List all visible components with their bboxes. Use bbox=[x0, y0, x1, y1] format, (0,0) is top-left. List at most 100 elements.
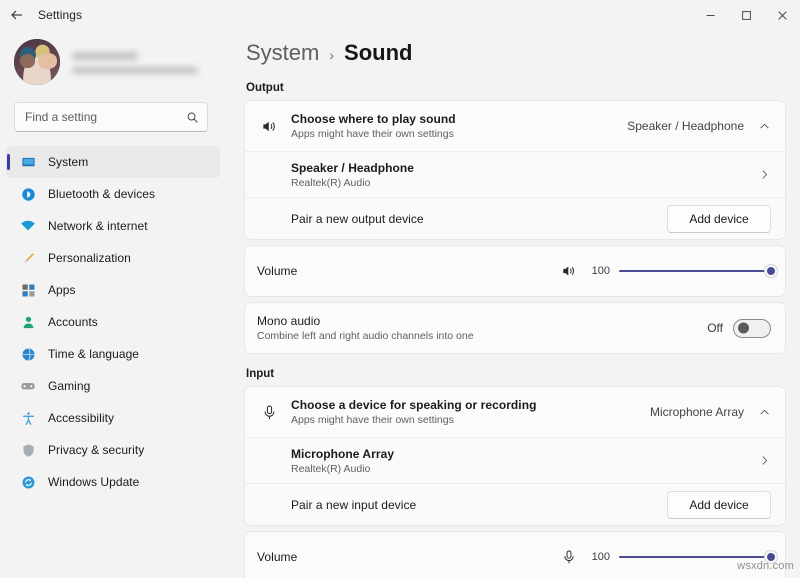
sidebar-nav: System Bluetooth & devices bbox=[0, 146, 220, 498]
add-input-device-button[interactable]: Add device bbox=[667, 491, 771, 519]
choose-input-title: Choose a device for speaking or recordin… bbox=[291, 398, 650, 412]
breadcrumb: System › Sound bbox=[244, 30, 786, 68]
input-device-right bbox=[758, 454, 771, 467]
chevron-right-icon: › bbox=[329, 47, 334, 63]
sidebar-item-accounts[interactable]: Accounts bbox=[6, 306, 220, 338]
display-icon bbox=[20, 154, 36, 170]
watermark: wsxdn.com bbox=[737, 560, 794, 572]
choose-output-value: Speaker / Headphone bbox=[627, 119, 744, 133]
sidebar-item-label: Time & language bbox=[48, 347, 139, 361]
input-section-header: Input bbox=[244, 354, 786, 386]
choose-output-title: Choose where to play sound bbox=[291, 112, 627, 126]
choose-output-device-expander[interactable]: Choose where to play sound Apps might ha… bbox=[245, 101, 785, 151]
input-volume-text: Volume bbox=[257, 550, 559, 564]
sidebar-item-personalization[interactable]: Personalization bbox=[6, 242, 220, 274]
mono-audio-state: Off bbox=[707, 321, 723, 335]
sidebar-item-bluetooth-devices[interactable]: Bluetooth & devices bbox=[6, 178, 220, 210]
sidebar-item-label: Gaming bbox=[48, 379, 90, 393]
page-title: Sound bbox=[344, 40, 412, 66]
sidebar-item-label: Bluetooth & devices bbox=[48, 187, 155, 201]
pair-output-label: Pair a new output device bbox=[291, 212, 667, 226]
chevron-up-icon[interactable] bbox=[758, 406, 771, 419]
sidebar-item-label: Accessibility bbox=[48, 411, 114, 425]
search-box[interactable] bbox=[14, 102, 208, 132]
pair-input-label: Pair a new input device bbox=[291, 498, 667, 512]
chevron-right-icon[interactable] bbox=[758, 454, 771, 467]
input-device-title: Microphone Array bbox=[291, 447, 758, 461]
output-volume-control: 100 bbox=[559, 262, 771, 280]
mono-audio-toggle[interactable] bbox=[733, 319, 771, 338]
mono-audio-title: Mono audio bbox=[257, 314, 707, 328]
mono-audio-subtitle: Combine left and right audio channels in… bbox=[257, 330, 707, 342]
pair-output-right: Add device bbox=[667, 205, 771, 233]
sidebar-item-label: Apps bbox=[48, 283, 76, 297]
input-device-row[interactable]: Microphone Array Realtek(R) Audio bbox=[245, 437, 785, 483]
output-device-right bbox=[758, 168, 771, 181]
sidebar-item-gaming[interactable]: Gaming bbox=[6, 370, 220, 402]
output-volume-value: 100 bbox=[588, 265, 610, 277]
speaker-icon[interactable] bbox=[559, 263, 579, 279]
pair-output-text: Pair a new output device bbox=[291, 212, 667, 226]
apps-icon bbox=[20, 282, 36, 298]
choose-input-subtitle: Apps might have their own settings bbox=[291, 414, 650, 426]
search-icon[interactable] bbox=[186, 111, 199, 124]
input-volume-row: Volume 100 bbox=[245, 532, 785, 578]
sidebar-item-windows-update[interactable]: Windows Update bbox=[6, 466, 220, 498]
sidebar-item-system[interactable]: System bbox=[6, 146, 220, 178]
sidebar-item-apps[interactable]: Apps bbox=[6, 274, 220, 306]
back-arrow-icon[interactable] bbox=[0, 0, 34, 30]
title-bar: Settings bbox=[0, 0, 800, 30]
pair-input-right: Add device bbox=[667, 491, 771, 519]
wifi-icon bbox=[20, 218, 36, 234]
sidebar-item-label: Windows Update bbox=[48, 475, 139, 489]
input-device-text: Microphone Array Realtek(R) Audio bbox=[291, 447, 758, 475]
window-title: Settings bbox=[38, 8, 82, 22]
add-output-device-button[interactable]: Add device bbox=[667, 205, 771, 233]
maximize-icon[interactable] bbox=[728, 0, 764, 30]
sidebar-item-time-language[interactable]: Time & language bbox=[6, 338, 220, 370]
person-icon bbox=[20, 314, 36, 330]
output-device-card: Choose where to play sound Apps might ha… bbox=[244, 100, 786, 240]
input-volume-value: 100 bbox=[588, 551, 610, 563]
account-email bbox=[72, 67, 198, 74]
mono-audio-card: Mono audio Combine left and right audio … bbox=[244, 302, 786, 354]
account-text bbox=[72, 50, 208, 74]
close-icon[interactable] bbox=[764, 0, 800, 30]
sidebar-item-label: Privacy & security bbox=[48, 443, 144, 457]
speaker-icon bbox=[257, 118, 281, 135]
sidebar-item-network-internet[interactable]: Network & internet bbox=[6, 210, 220, 242]
sidebar-item-label: Accounts bbox=[48, 315, 98, 329]
input-device-card: Choose a device for speaking or recordin… bbox=[244, 386, 786, 526]
choose-input-value: Microphone Array bbox=[650, 405, 744, 419]
sidebar-item-privacy-security[interactable]: Privacy & security bbox=[6, 434, 220, 466]
output-device-row[interactable]: Speaker / Headphone Realtek(R) Audio bbox=[245, 151, 785, 197]
accessibility-icon bbox=[20, 410, 36, 426]
sidebar-item-label: System bbox=[48, 155, 88, 169]
globe-clock-icon bbox=[20, 346, 36, 362]
window-controls bbox=[692, 0, 800, 30]
pair-input-device-row: Pair a new input device Add device bbox=[245, 483, 785, 525]
output-volume-slider[interactable] bbox=[619, 262, 771, 280]
sidebar-item-accessibility[interactable]: Accessibility bbox=[6, 402, 220, 434]
window-body: System Bluetooth & devices bbox=[0, 30, 800, 578]
chevron-up-icon[interactable] bbox=[758, 120, 771, 133]
breadcrumb-root[interactable]: System bbox=[246, 40, 319, 66]
microphone-icon[interactable] bbox=[559, 549, 579, 565]
choose-output-text: Choose where to play sound Apps might ha… bbox=[291, 112, 627, 140]
output-volume-card: Volume 100 bbox=[244, 245, 786, 297]
chevron-right-icon[interactable] bbox=[758, 168, 771, 181]
sidebar-item-label: Personalization bbox=[48, 251, 131, 265]
brush-icon bbox=[20, 250, 36, 266]
account-card[interactable] bbox=[0, 30, 220, 92]
content-pane: System › Sound Output Choose bbox=[228, 30, 800, 578]
bluetooth-icon bbox=[20, 186, 36, 202]
output-volume-row: Volume 100 bbox=[245, 246, 785, 296]
update-icon bbox=[20, 474, 36, 490]
avatar bbox=[14, 39, 60, 85]
choose-input-device-expander[interactable]: Choose a device for speaking or recordin… bbox=[245, 387, 785, 437]
shield-icon bbox=[20, 442, 36, 458]
search-input[interactable] bbox=[25, 110, 186, 124]
minimize-icon[interactable] bbox=[692, 0, 728, 30]
settings-window: Settings bbox=[0, 0, 800, 578]
mono-audio-row: Mono audio Combine left and right audio … bbox=[245, 303, 785, 353]
